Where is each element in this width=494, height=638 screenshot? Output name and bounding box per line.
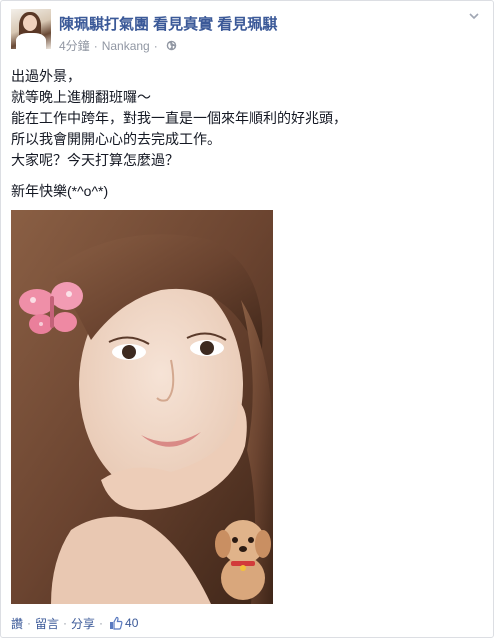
selfie-photo-image	[11, 210, 273, 604]
post-text-line: 就等晚上進棚翻班囉～	[11, 89, 151, 105]
meta-separator: ·	[93, 38, 98, 53]
share-button[interactable]: 分享	[71, 615, 95, 632]
thumbs-up-icon	[110, 616, 123, 630]
globe-icon[interactable]	[166, 40, 177, 51]
post-card: 陳珮騏打氣團 看見真實 看見珮騏 4分鐘 · Nankang · 出過外景， 就…	[0, 0, 494, 638]
post-meta: 4分鐘 · Nankang ·	[59, 37, 177, 54]
post-text-line: 大家呢？今天打算怎麼過？	[11, 152, 179, 168]
post-location[interactable]: Nankang	[102, 39, 150, 53]
post-text-line: 所以我會開開心心的去完成工作。	[11, 131, 221, 147]
like-count-link[interactable]: 40	[109, 616, 138, 630]
like-button[interactable]: 讚	[11, 615, 23, 632]
post-message: 出過外景， 就等晚上進棚翻班囉～ 能在工作中跨年，對我一直是一個來年順利的好兆頭…	[11, 66, 481, 202]
post-header: 陳珮騏打氣團 看見真實 看見珮騏 4分鐘 · Nankang ·	[11, 9, 483, 55]
page-avatar[interactable]	[11, 9, 51, 49]
post-text-line: 出過外景，	[11, 68, 81, 84]
page-name-link[interactable]: 陳珮騏打氣團 看見真實 看見珮騏	[59, 13, 277, 34]
action-separator: ·	[63, 616, 68, 630]
action-separator: ·	[99, 616, 104, 630]
post-text-line: 能在工作中跨年，對我一直是一個來年順利的好兆頭，	[11, 110, 347, 126]
post-timestamp[interactable]: 4分鐘	[59, 37, 90, 54]
post-actions: 讚 · 留言 · 分享 · 40	[11, 614, 138, 632]
chevron-down-icon[interactable]	[467, 9, 481, 23]
action-separator: ·	[27, 616, 32, 630]
comment-button[interactable]: 留言	[35, 615, 59, 632]
like-count: 40	[125, 616, 139, 630]
post-photo[interactable]	[11, 210, 273, 604]
meta-separator: ·	[153, 38, 158, 53]
post-closing-line: 新年快樂(*^o^*)	[11, 183, 109, 199]
